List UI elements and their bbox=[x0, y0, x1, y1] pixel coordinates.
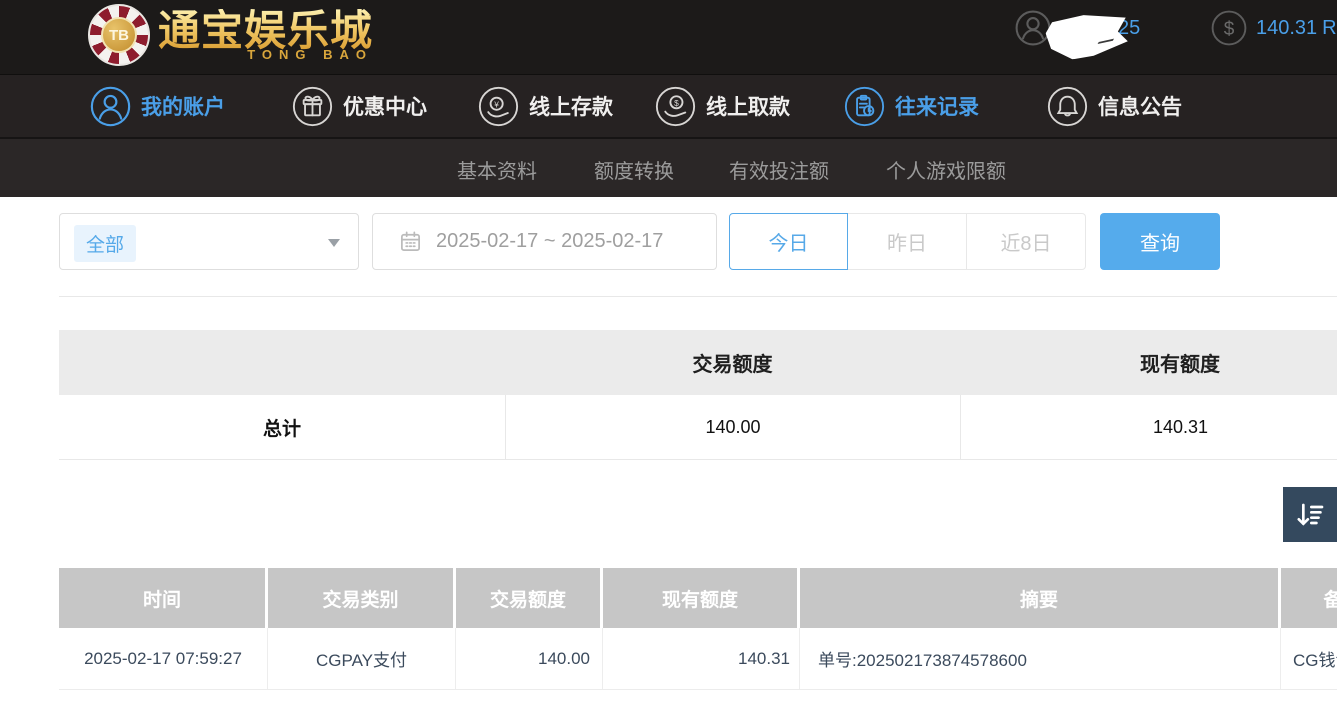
nav-item-my-account[interactable]: 我的账户 bbox=[90, 75, 225, 137]
date-range-input[interactable]: 2025-02-17 ~ 2025-02-17 bbox=[372, 213, 717, 270]
nav-item-promotions[interactable]: 优惠中心 bbox=[292, 75, 427, 137]
records-header-summary: 摘要 bbox=[800, 568, 1281, 628]
table-row: 2025-02-17 07:59:27 CGPAY支付 140.00 140.3… bbox=[59, 628, 1337, 690]
record-remarks: CG钱包 bbox=[1281, 628, 1337, 689]
main-nav: 我的账户 优惠中心 ¥ 线上存款 bbox=[0, 75, 1337, 137]
summary-total-row: 总计 140.00 140.31 bbox=[59, 395, 1337, 460]
last-8-days-button[interactable]: 近8日 bbox=[967, 213, 1086, 270]
svg-text:$: $ bbox=[674, 98, 679, 108]
nav-item-transaction-records[interactable]: 往来记录 bbox=[844, 75, 979, 137]
records-header-current-balance: 现有额度 bbox=[603, 568, 800, 628]
withdraw-icon: $ bbox=[655, 86, 696, 127]
section-divider bbox=[59, 296, 1337, 297]
calendar-icon bbox=[399, 230, 422, 253]
balance-chip[interactable]: $ 140.31 R bbox=[1210, 8, 1337, 48]
redaction-mark bbox=[1044, 11, 1130, 62]
sort-descending-icon bbox=[1294, 499, 1326, 531]
summary-header-row: 交易额度 现有额度 bbox=[59, 330, 1337, 395]
yesterday-button[interactable]: 昨日 bbox=[848, 213, 967, 270]
summary-header-empty bbox=[59, 330, 505, 395]
subnav-item-game-limits[interactable]: 个人游戏限额 bbox=[886, 139, 1006, 199]
top-header: TB 通宝娱乐城 TONG BAO 7 25 $ 140.31 R bbox=[0, 0, 1337, 75]
record-transaction-amount: 140.00 bbox=[456, 628, 603, 689]
balance-amount: 140.31 bbox=[1256, 17, 1317, 40]
records-header-time: 时间 bbox=[59, 568, 268, 628]
nav-label: 优惠中心 bbox=[343, 91, 427, 121]
query-button[interactable]: 查询 bbox=[1100, 213, 1220, 270]
transaction-type-dropdown[interactable]: 全部 bbox=[59, 213, 359, 270]
date-range-value: 2025-02-17 ~ 2025-02-17 bbox=[436, 230, 663, 253]
today-button[interactable]: 今日 bbox=[729, 213, 848, 270]
page: TB 通宝娱乐城 TONG BAO 7 25 $ 140.31 R bbox=[0, 0, 1337, 707]
nav-label: 线上存款 bbox=[529, 91, 613, 121]
selected-type-tag: 全部 bbox=[74, 225, 136, 262]
records-icon bbox=[844, 86, 885, 127]
svg-text:$: $ bbox=[1224, 19, 1235, 40]
summary-header-current-balance: 现有额度 bbox=[960, 330, 1337, 395]
nav-item-online-deposit[interactable]: ¥ 线上存款 bbox=[478, 75, 613, 137]
records-table: 时间 交易类别 交易额度 现有额度 摘要 备注 2025-02-17 07:59… bbox=[59, 568, 1337, 690]
nav-label: 我的账户 bbox=[141, 91, 225, 121]
bell-icon bbox=[1047, 86, 1088, 127]
brand-name-cn: 通宝娱乐城 bbox=[158, 9, 373, 53]
redaction-scribble bbox=[1098, 33, 1117, 44]
records-header-transaction-amount: 交易额度 bbox=[456, 568, 603, 628]
nav-label: 线上取款 bbox=[706, 91, 790, 121]
poker-chip-icon: TB bbox=[88, 4, 150, 66]
record-type: CGPAY支付 bbox=[268, 628, 456, 689]
subnav-item-basic-info[interactable]: 基本资料 bbox=[457, 139, 537, 199]
sub-nav: 基本资料 额度转换 有效投注额 个人游戏限额 bbox=[0, 137, 1337, 197]
gift-icon bbox=[292, 86, 333, 127]
record-current-balance: 140.31 bbox=[603, 628, 800, 689]
nav-label: 信息公告 bbox=[1098, 91, 1182, 121]
summary-header-transaction-amount: 交易额度 bbox=[505, 330, 960, 395]
user-icon bbox=[1014, 9, 1052, 47]
chevron-down-icon bbox=[328, 239, 340, 247]
deposit-icon: ¥ bbox=[478, 86, 519, 127]
subnav-item-quota-transfer[interactable]: 额度转换 bbox=[594, 139, 674, 199]
subnav-item-valid-bets[interactable]: 有效投注额 bbox=[729, 139, 829, 199]
nav-item-announcements[interactable]: 信息公告 bbox=[1047, 75, 1182, 137]
quick-date-buttons: 今日 昨日 近8日 bbox=[729, 213, 1086, 270]
chip-label: TB bbox=[101, 17, 137, 53]
records-header-remarks: 备注 bbox=[1281, 568, 1337, 628]
record-time: 2025-02-17 07:59:27 bbox=[59, 628, 268, 689]
brand-logo[interactable]: TB 通宝娱乐城 TONG BAO bbox=[88, 4, 373, 66]
summary-transaction-amount: 140.00 bbox=[505, 395, 960, 459]
summary-table: 交易额度 现有额度 总计 140.00 140.31 bbox=[59, 330, 1337, 460]
user-account-chip[interactable]: 7 25 bbox=[1014, 8, 1052, 48]
sort-descending-button[interactable] bbox=[1283, 487, 1337, 542]
nav-label: 往来记录 bbox=[895, 91, 979, 121]
summary-current-balance: 140.31 bbox=[960, 395, 1337, 459]
nav-item-online-withdrawal[interactable]: $ 线上取款 bbox=[655, 75, 790, 137]
user-icon bbox=[90, 86, 131, 127]
balance-currency-clipped: R bbox=[1322, 17, 1336, 40]
svg-text:¥: ¥ bbox=[493, 99, 499, 109]
record-summary: 单号:202502173874578600 bbox=[800, 628, 1281, 689]
records-header-type: 交易类别 bbox=[268, 568, 456, 628]
dollar-icon: $ bbox=[1210, 9, 1248, 47]
records-header-row: 时间 交易类别 交易额度 现有额度 摘要 备注 bbox=[59, 568, 1337, 628]
summary-total-label: 总计 bbox=[59, 395, 505, 459]
brand-name: 通宝娱乐城 TONG BAO bbox=[158, 9, 373, 62]
